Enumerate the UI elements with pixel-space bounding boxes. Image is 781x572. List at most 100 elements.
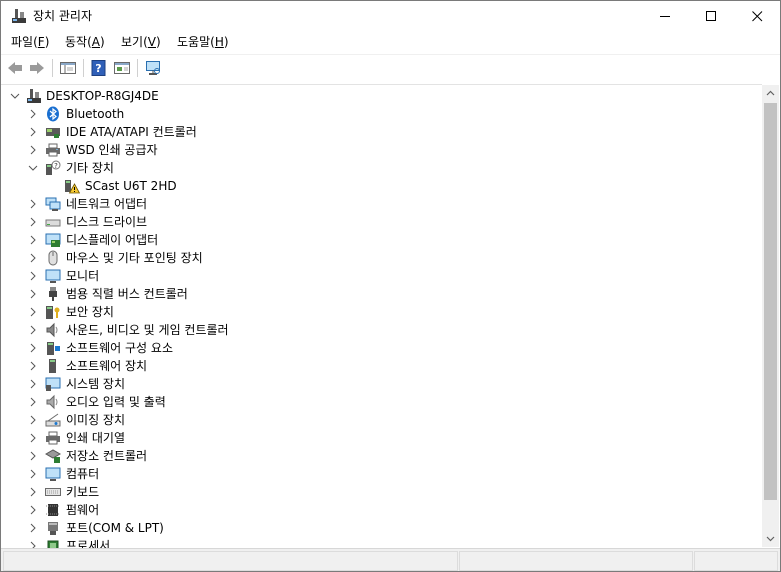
tree-item-print-queues[interactable]: 인쇄 대기열 (1, 429, 762, 447)
close-button[interactable] (734, 1, 780, 31)
back-button[interactable] (5, 58, 25, 78)
audio-io-icon (46, 394, 58, 410)
chevron-right-icon[interactable] (28, 109, 38, 119)
chevron-right-icon[interactable] (28, 325, 38, 335)
computer-root-icon (27, 89, 41, 103)
chevron-right-icon[interactable] (28, 145, 38, 155)
display-adapter-icon (45, 233, 61, 247)
keyboard-icon (45, 488, 61, 496)
scan-hardware-button[interactable] (143, 58, 163, 78)
tree-item-software-components[interactable]: 소프트웨어 구성 요소 (1, 339, 762, 357)
tree-item-label: 보안 장치 (66, 305, 114, 319)
device-tree[interactable]: DESKTOP-R8GJ4DE Bluetooth IDE ATA/ATAPI … (1, 84, 762, 548)
menu-file-label: 파일 (11, 35, 34, 49)
tree-item-network[interactable]: 네트워크 어댑터 (1, 195, 762, 213)
chevron-right-icon[interactable] (28, 415, 38, 425)
help-button[interactable]: ? (89, 58, 109, 78)
menu-view-accel: V (147, 35, 156, 49)
chevron-right-icon[interactable] (28, 451, 38, 461)
tree-item-audio-io[interactable]: 오디오 입력 및 출력 (1, 393, 762, 411)
properties-pane-icon (60, 62, 76, 74)
tree-item-storage[interactable]: 저장소 컨트롤러 (1, 447, 762, 465)
tree-item-security[interactable]: 보안 장치 (1, 303, 762, 321)
tree-item-monitors[interactable]: 모니터 (1, 267, 762, 285)
tree-item-display-adapters[interactable]: 디스플레이 어댑터 (1, 231, 762, 249)
tree-item-software-devices[interactable]: 소프트웨어 장치 (1, 357, 762, 375)
menu-help[interactable]: 도움말(H) (177, 34, 229, 51)
menu-action[interactable]: 동작(A) (65, 34, 105, 51)
tree-root-row[interactable]: DESKTOP-R8GJ4DE (1, 87, 762, 105)
scroll-down-button[interactable] (762, 530, 779, 547)
printer-icon (46, 143, 60, 157)
processor-icon (47, 540, 59, 548)
title-bar[interactable]: 장치 관리자 (1, 1, 780, 31)
tree-item-mice[interactable]: 마우스 및 기타 포인팅 장치 (1, 249, 762, 267)
details-view-button[interactable] (112, 58, 132, 78)
tree-item-bluetooth[interactable]: Bluetooth (1, 105, 762, 123)
tree-item-label: 네트워크 어댑터 (66, 197, 148, 211)
maximize-button[interactable] (688, 1, 734, 31)
menu-file[interactable]: 파일(F) (11, 34, 49, 51)
tree-item-other-devices[interactable]: ? 기타 장치 (1, 159, 762, 177)
tree-item-label: 오디오 입력 및 출력 (66, 395, 166, 409)
device-manager-app-icon (11, 8, 27, 24)
menu-view[interactable]: 보기(V) (121, 34, 161, 51)
chevron-right-icon[interactable] (28, 199, 38, 209)
tree-item-ide[interactable]: IDE ATA/ATAPI 컨트롤러 (1, 123, 762, 141)
close-icon (752, 11, 763, 22)
chevron-right-icon[interactable] (28, 541, 38, 548)
vertical-scrollbar[interactable] (762, 85, 779, 547)
firmware-icon (46, 504, 60, 516)
tree-item-label: IDE ATA/ATAPI 컨트롤러 (66, 125, 197, 139)
minimize-button[interactable] (642, 1, 688, 31)
tree-item-firmware[interactable]: 펌웨어 (1, 501, 762, 519)
chevron-right-icon[interactable] (28, 271, 38, 281)
tree-child-label: SCast U6T 2HD (85, 179, 177, 193)
chevron-right-icon[interactable] (28, 379, 38, 389)
chevron-down-icon[interactable] (10, 91, 20, 101)
forward-button[interactable] (27, 58, 47, 78)
tree-item-label: 디스크 드라이브 (66, 215, 148, 229)
software-device-icon (49, 359, 56, 373)
chevron-right-icon[interactable] (28, 505, 38, 515)
chevron-right-icon[interactable] (28, 433, 38, 443)
tree-item-usb[interactable]: 범용 직렬 버스 컨트롤러 (1, 285, 762, 303)
chevron-right-icon[interactable] (28, 307, 38, 317)
sound-icon (46, 322, 58, 338)
tree-item-imaging[interactable]: 이미징 장치 (1, 411, 762, 429)
chevron-right-icon[interactable] (28, 361, 38, 371)
chevron-right-icon[interactable] (28, 127, 38, 137)
chevron-right-icon[interactable] (28, 217, 38, 227)
menu-help-label: 도움말 (177, 35, 211, 49)
tree-item-ports[interactable]: 포트(COM & LPT) (1, 519, 762, 537)
chevron-up-icon (766, 90, 775, 96)
tree-item-keyboards[interactable]: 키보드 (1, 483, 762, 501)
tree-item-label: 저장소 컨트롤러 (66, 449, 148, 463)
chevron-down-icon[interactable] (28, 163, 38, 173)
mouse-icon (48, 250, 58, 266)
tree-item-label: 마우스 및 기타 포인팅 장치 (66, 251, 203, 265)
chevron-right-icon[interactable] (28, 469, 38, 479)
tree-item-label: 기타 장치 (66, 161, 114, 175)
chevron-down-icon (766, 536, 775, 542)
chevron-right-icon[interactable] (28, 235, 38, 245)
tree-item-processors[interactable]: 프로세서 (1, 537, 762, 548)
chevron-right-icon[interactable] (28, 487, 38, 497)
chevron-right-icon[interactable] (28, 523, 38, 533)
tree-item-system-devices[interactable]: 시스템 장치 (1, 375, 762, 393)
tree-item-wsd[interactable]: WSD 인쇄 공급자 (1, 141, 762, 159)
warning-device-icon (65, 180, 80, 194)
scroll-thumb[interactable] (764, 103, 777, 500)
chevron-right-icon[interactable] (28, 253, 38, 263)
chevron-right-icon[interactable] (28, 397, 38, 407)
tree-item-computer[interactable]: 컴퓨터 (1, 465, 762, 483)
forward-arrow-icon (30, 62, 44, 74)
chevron-right-icon[interactable] (28, 343, 38, 353)
scroll-up-button[interactable] (762, 85, 779, 102)
menu-action-label: 동작 (65, 35, 88, 49)
tree-item-sound[interactable]: 사운드, 비디오 및 게임 컨트롤러 (1, 321, 762, 339)
properties-pane-button[interactable] (58, 58, 78, 78)
chevron-right-icon[interactable] (28, 289, 38, 299)
tree-item-scast[interactable]: SCast U6T 2HD (1, 177, 762, 195)
tree-item-disk-drives[interactable]: 디스크 드라이브 (1, 213, 762, 231)
